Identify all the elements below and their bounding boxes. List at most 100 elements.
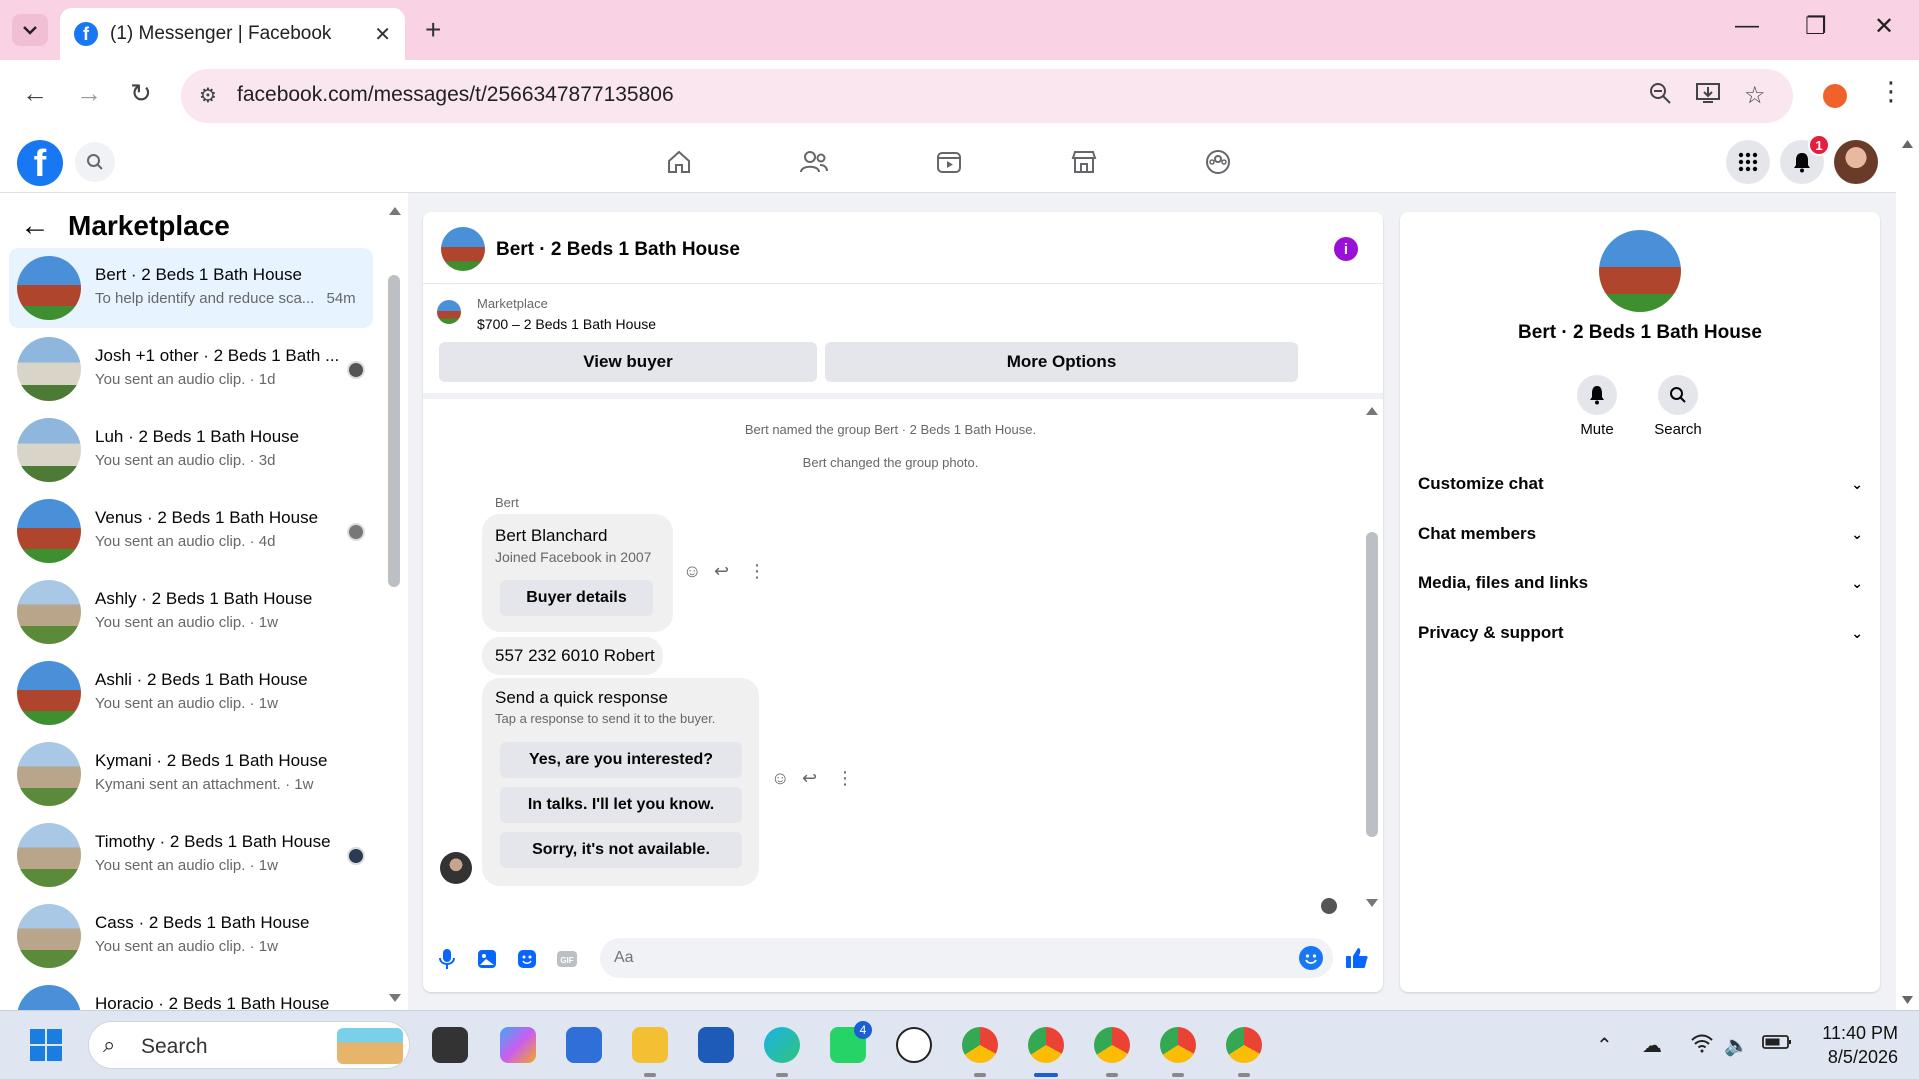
forward-icon[interactable]: → [76,78,102,109]
back-arrow-icon[interactable]: ← [20,209,50,243]
new-tab-button[interactable]: + [425,14,441,46]
privacy-support-section[interactable]: Privacy & support ⌄ [1418,613,1863,653]
photo-icon[interactable] [475,947,499,971]
edge-icon[interactable] [764,1027,800,1063]
chrome-profile-2-icon[interactable] [1028,1027,1064,1063]
profile-avatar[interactable] [1834,140,1878,184]
sticker-icon[interactable] [515,947,539,971]
scrollbar-thumb[interactable] [388,275,400,587]
conversation-item-horacio[interactable]: Horacio · 2 Beds 1 Bath House [9,977,373,1010]
facebook-logo-icon[interactable]: f [17,140,63,186]
message-composer[interactable] [600,938,1333,978]
browser-menu-icon[interactable]: ⋮ [1878,76,1904,107]
show-hidden-icons-icon[interactable]: ⌃ [1596,1033,1613,1058]
react-icon[interactable]: ☺ [683,561,701,582]
zoom-icon[interactable] [1648,81,1672,112]
chat-title[interactable]: Bert · 2 Beds 1 Bath House [496,239,740,261]
buyer-details-button[interactable]: Buyer details [500,580,653,616]
microphone-icon[interactable] [435,947,459,971]
back-icon[interactable]: ← [22,78,48,109]
page-scrollbar[interactable] [1896,130,1919,1010]
chevron-down-icon: ⌄ [1851,624,1863,641]
install-app-icon[interactable] [1695,81,1721,112]
marketplace-icon[interactable] [1068,146,1100,178]
chat-scrollbar[interactable] [1361,397,1383,917]
windows-start-icon[interactable] [30,1029,62,1061]
conversation-name: Bert · 2 Beds 1 Bath House [95,265,302,284]
media-files-links-section[interactable]: Media, files and links ⌄ [1418,563,1863,603]
gif-icon[interactable]: GIF [555,947,579,971]
task-view-icon[interactable] [432,1027,468,1063]
quick-response-option[interactable]: Sorry, it's not available. [500,832,742,868]
onedrive-icon[interactable]: ☁ [1642,1033,1662,1058]
chatgpt-icon[interactable] [896,1027,932,1063]
conversation-item-timothy[interactable]: Timothy · 2 Beds 1 Bath House You sent a… [9,815,373,895]
taskbar-search[interactable]: ⌕ Search [88,1021,410,1069]
chrome-profile-3-icon[interactable] [1094,1027,1130,1063]
sidebar-scrollbar[interactable] [385,193,405,1010]
chrome-profile-4-icon[interactable] [1160,1027,1196,1063]
customize-chat-section[interactable]: Customize chat ⌄ [1418,464,1863,504]
quick-response-option[interactable]: Yes, are you interested? [500,742,742,778]
chrome-profile-1-icon[interactable] [962,1027,998,1063]
conversation-item-cass[interactable]: Cass · 2 Beds 1 Bath House You sent an a… [9,896,373,976]
bookmark-star-icon[interactable]: ☆ [1744,81,1766,110]
home-icon[interactable] [663,146,695,178]
video-icon[interactable] [933,146,965,178]
site-info-icon[interactable]: ⚙ [199,83,217,108]
conversation-item-ashly[interactable]: Ashly · 2 Beds 1 Bath House You sent an … [9,572,373,652]
restore-icon[interactable]: ❐ [1805,12,1827,41]
sender-avatar[interactable] [440,852,472,884]
browser-tab[interactable]: f (1) Messenger | Facebook ✕ [60,8,405,60]
system-clock[interactable]: 11:40 PM 8/5/2026 [1808,1021,1898,1069]
chat-members-section[interactable]: Chat members ⌄ [1418,514,1863,554]
react-icon[interactable]: ☺ [771,768,789,789]
conversation-item-kymani[interactable]: Kymani · 2 Beds 1 Bath House Kymani sent… [9,734,373,814]
info-icon[interactable]: i [1334,237,1358,261]
view-buyer-button[interactable]: View buyer [439,342,817,382]
groups-icon[interactable] [1202,146,1234,178]
like-thumb-icon[interactable] [1344,945,1370,971]
conversation-avatar [17,499,81,563]
address-bar[interactable]: ⚙ facebook.com/messages/t/25663478771358… [181,69,1793,123]
conversation-item-bert[interactable]: Bert · 2 Beds 1 Bath House To help ident… [9,248,373,328]
listing-title[interactable]: $700 – 2 Beds 1 Bath House [477,316,656,332]
volume-icon[interactable]: 🔈 [1724,1033,1749,1058]
emoji-icon[interactable] [1299,946,1323,970]
friends-icon[interactable] [798,146,830,178]
mute-button[interactable]: Mute [1557,375,1637,438]
copilot-icon[interactable] [500,1027,536,1063]
minimize-icon[interactable]: — [1735,12,1759,40]
menu-grid-icon[interactable] [1726,140,1770,184]
extension-icon[interactable] [1823,84,1847,108]
conversation-name: Ashly · 2 Beds 1 Bath House [95,589,313,608]
group-avatar[interactable] [1599,230,1681,312]
battery-icon[interactable] [1762,1033,1792,1056]
microsoft-store-icon[interactable] [698,1027,734,1063]
reply-icon[interactable]: ↩ [714,561,729,582]
more-options-button[interactable]: More Options [825,342,1298,382]
notepad-icon[interactable] [566,1027,602,1063]
chrome-profile-5-icon[interactable] [1226,1027,1262,1063]
close-window-icon[interactable]: ✕ [1874,12,1894,41]
conversation-item-josh[interactable]: Josh +1 other · 2 Beds 1 Bath ... You se… [9,329,373,409]
chat-avatar[interactable] [441,227,485,271]
url-text[interactable]: facebook.com/messages/t/2566347877135806 [237,83,674,107]
message-input[interactable] [600,938,1333,978]
quick-response-option[interactable]: In talks. I'll let you know. [500,787,742,823]
search-chat-button[interactable]: Search [1638,375,1718,438]
tab-search-button[interactable] [12,14,48,46]
conversation-item-luh[interactable]: Luh · 2 Beds 1 Bath House You sent an au… [9,410,373,490]
scrollbar-thumb[interactable] [1366,532,1378,837]
more-actions-icon[interactable]: ⋮ [836,768,854,789]
read-receipt-avatar [1321,898,1337,914]
wifi-icon[interactable] [1690,1033,1714,1059]
file-explorer-icon[interactable] [632,1027,668,1063]
tab-close-icon[interactable]: ✕ [374,22,391,47]
conversation-item-venus[interactable]: Venus · 2 Beds 1 Bath House You sent an … [9,491,373,571]
more-actions-icon[interactable]: ⋮ [748,561,766,582]
reload-icon[interactable]: ↻ [130,78,152,109]
search-icon[interactable] [75,142,115,182]
reply-icon[interactable]: ↩ [802,768,817,789]
conversation-item-ashli[interactable]: Ashli · 2 Beds 1 Bath House You sent an … [9,653,373,733]
